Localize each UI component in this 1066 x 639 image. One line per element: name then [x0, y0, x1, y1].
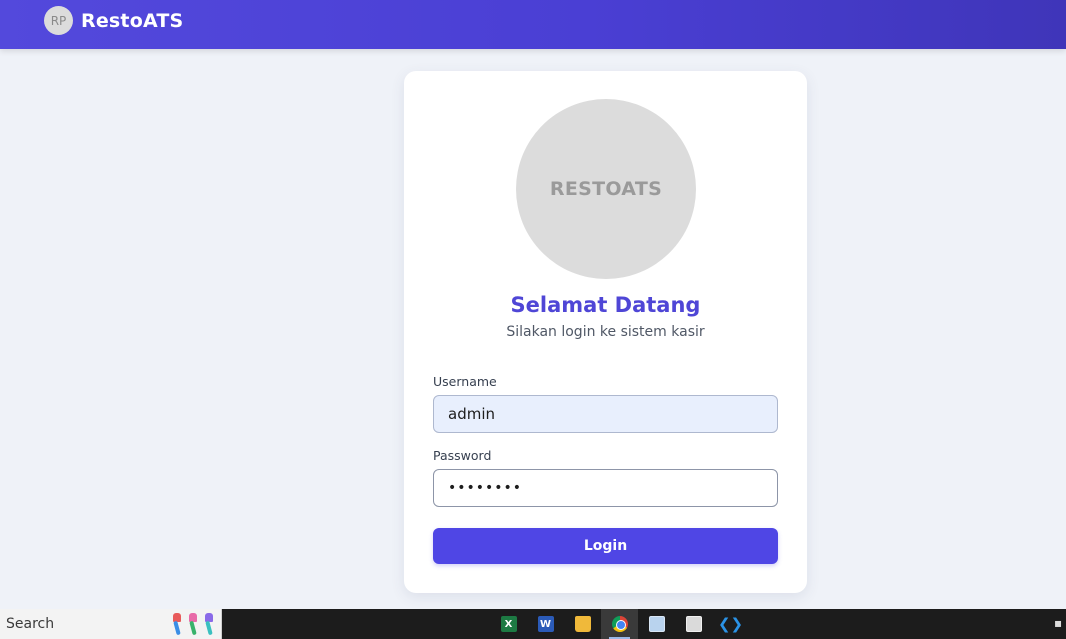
- login-button[interactable]: Login: [433, 528, 778, 564]
- welcome-title: Selamat Datang: [510, 293, 701, 317]
- vscode-icon: ❮❯: [717, 615, 744, 633]
- login-card: RESTOATS Selamat Datang Silakan login ke…: [404, 71, 807, 593]
- taskbar-vscode[interactable]: ❮❯: [712, 609, 749, 639]
- brand-avatar: RP: [44, 6, 73, 35]
- logo-placeholder: RESTOATS: [516, 99, 696, 279]
- taskbar-printer[interactable]: [675, 609, 712, 639]
- taskbar-apps: X W ❮❯: [490, 609, 749, 639]
- printer-icon: [685, 616, 702, 632]
- username-value: admin: [448, 405, 495, 423]
- taskbar-word[interactable]: W: [527, 609, 564, 639]
- search-highlight-icon: [170, 613, 216, 636]
- password-label: Password: [433, 448, 492, 463]
- welcome-subtitle: Silakan login ke sistem kasir: [506, 324, 705, 340]
- brand-name: RestoATS: [81, 9, 184, 32]
- taskbar-chrome[interactable]: [601, 609, 638, 639]
- notepad-icon: [648, 616, 665, 632]
- top-navbar: RP RestoATS: [0, 0, 1066, 49]
- taskbar-search[interactable]: Search: [0, 609, 222, 639]
- taskbar-notepad[interactable]: [638, 609, 675, 639]
- password-value: ••••••••: [448, 480, 523, 496]
- word-icon: W: [537, 616, 554, 632]
- taskbar-file-explorer[interactable]: [564, 609, 601, 639]
- brand[interactable]: RP RestoATS: [44, 6, 183, 35]
- username-label: Username: [433, 374, 497, 389]
- excel-icon: X: [500, 616, 517, 632]
- username-input[interactable]: admin: [433, 395, 778, 433]
- password-input[interactable]: ••••••••: [433, 469, 778, 507]
- notification-icon[interactable]: ▪: [1054, 616, 1066, 630]
- taskbar-excel[interactable]: X: [490, 609, 527, 639]
- chrome-icon: [611, 616, 628, 632]
- windows-taskbar: Search X W ❮❯ ▪: [0, 609, 1066, 639]
- search-label: Search: [6, 616, 55, 632]
- folder-icon: [574, 616, 591, 632]
- logo-text: RESTOATS: [549, 178, 663, 200]
